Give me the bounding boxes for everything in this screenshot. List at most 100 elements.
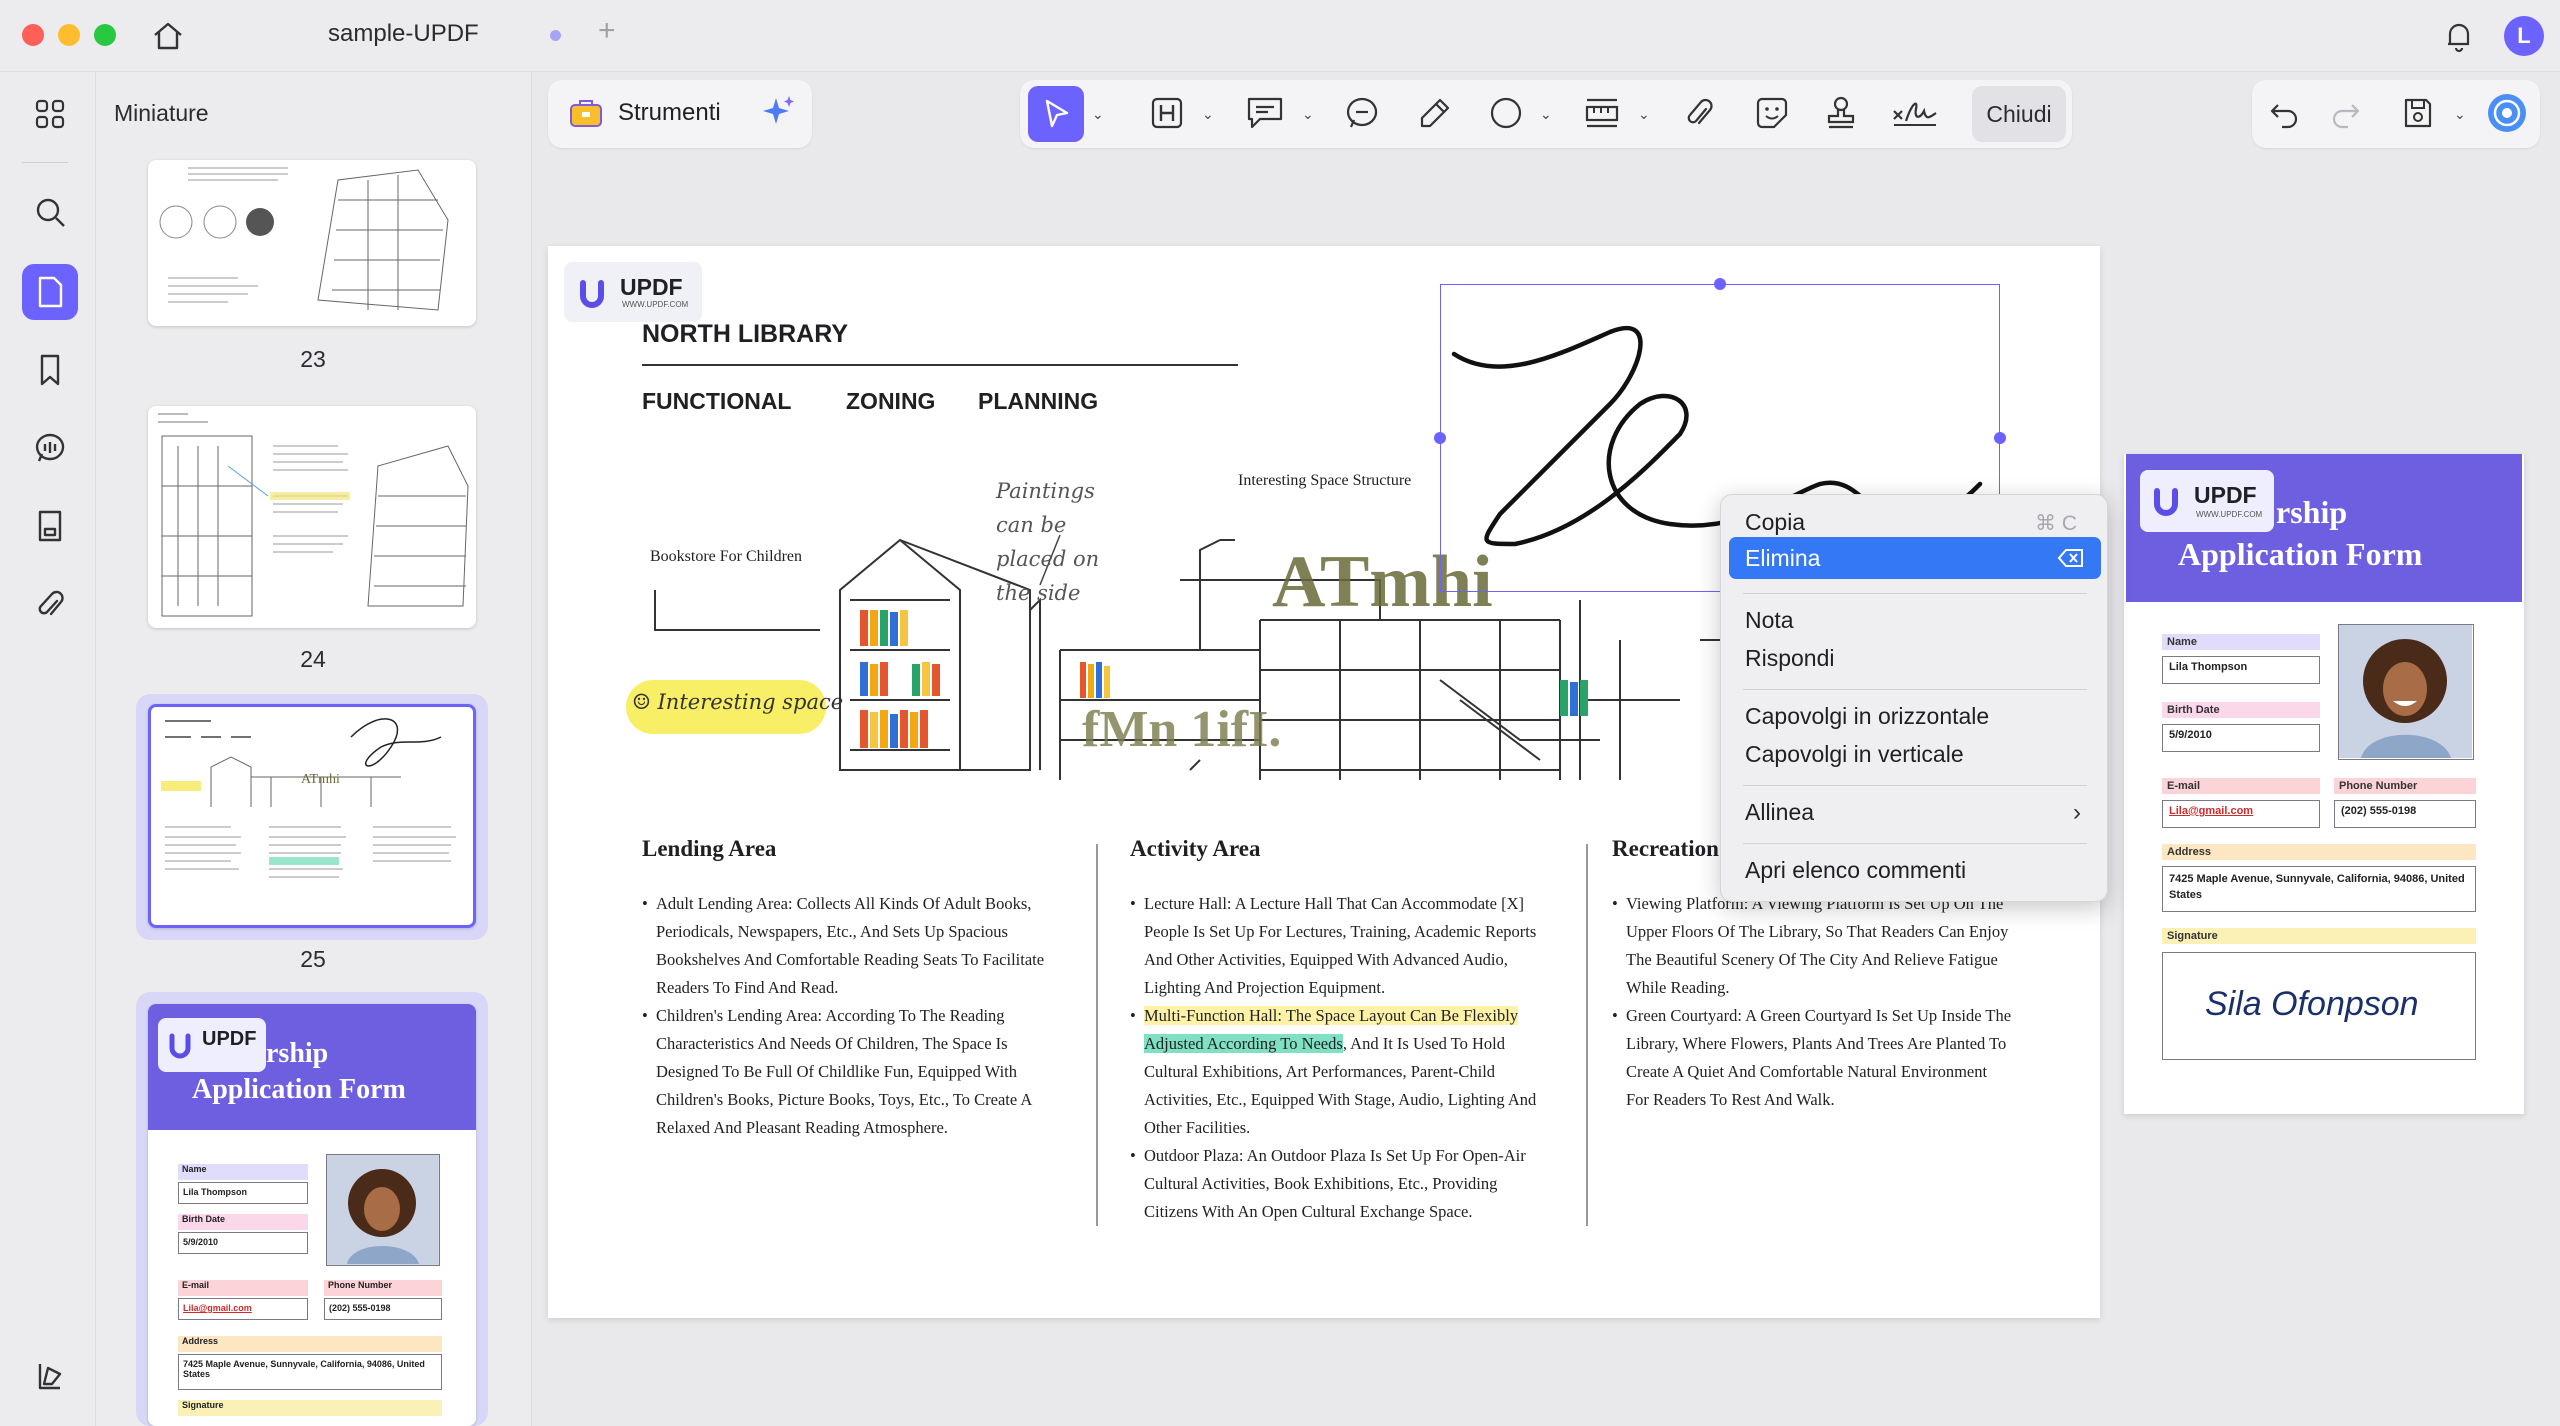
select-tool-dropdown[interactable]: ⌄: [1092, 106, 1104, 123]
updf-logo: UPDF WWW.UPDF.COM: [564, 262, 702, 322]
page-thumbnail-26[interactable]: UPDF rship Application Form Name Lila Th…: [148, 1004, 476, 1426]
menu-item-flip-vertical[interactable]: Capovolgi in verticale: [1745, 741, 1964, 768]
select-tool-button[interactable]: [1028, 86, 1084, 142]
signature-field[interactable]: Sila Ofonpson: [2162, 952, 2476, 1060]
menu-item-flip-horizontal[interactable]: Capovolgi in orizzontale: [1745, 703, 1989, 730]
redo-icon[interactable]: [2330, 90, 2362, 136]
form-updf-logo: UPDF WWW.UPDF.COM: [2140, 470, 2274, 532]
close-annotation-button[interactable]: Chiudi: [1972, 86, 2066, 142]
thumbnails-icon[interactable]: [22, 264, 78, 320]
new-tab-button[interactable]: +: [598, 14, 616, 48]
menu-item-reply[interactable]: Rispondi: [1745, 645, 1835, 672]
note-icon[interactable]: [1246, 90, 1284, 136]
email-field[interactable]: Lila@gmail.com: [2162, 800, 2320, 828]
phone-label: Phone Number: [2334, 778, 2476, 794]
page-thumbnail-24[interactable]: [148, 406, 476, 628]
close-window-button[interactable]: [22, 24, 44, 46]
tools-button[interactable]: Strumenti: [618, 99, 721, 127]
bell-icon[interactable]: [2442, 18, 2476, 59]
minimize-window-button[interactable]: [58, 24, 80, 46]
layers-icon[interactable]: [22, 1348, 78, 1404]
zoom-window-button[interactable]: [94, 24, 116, 46]
page-number-25: 25: [300, 946, 326, 972]
toolbox-icon[interactable]: [568, 96, 604, 135]
list-item: Adult Lending Area: Collects All Kinds O…: [642, 890, 1062, 1002]
attachment-icon[interactable]: [1684, 90, 1714, 136]
home-icon[interactable]: [150, 18, 186, 59]
list-item: Children's Lending Area: According To Th…: [642, 1002, 1062, 1142]
name-field[interactable]: Lila Thompson: [2162, 656, 2320, 684]
list-item: Green Courtyard: A Green Courtyard Is Se…: [1612, 1002, 2012, 1114]
search-icon[interactable]: [22, 184, 78, 240]
measure-icon[interactable]: [1584, 90, 1620, 136]
note-dropdown[interactable]: ⌄: [1302, 106, 1314, 123]
signature-icon[interactable]: [1890, 90, 1940, 136]
menu-item-open-comments[interactable]: Apri elenco commenti: [1745, 857, 1966, 884]
unsaved-indicator: [550, 30, 561, 41]
recreation-area-list: Viewing Platform: A Viewing Platform Is …: [1612, 890, 2012, 1114]
ai-assistant-icon[interactable]: [2486, 90, 2528, 136]
page-number-24: 24: [300, 646, 326, 672]
activity-area-list: Lecture Hall: A Lecture Hall That Can Ac…: [1130, 890, 1550, 1226]
menu-separator: [1743, 785, 2087, 786]
ai-sparkle-icon[interactable]: [758, 92, 798, 137]
lending-area-list: Adult Lending Area: Collects All Kinds O…: [642, 890, 1062, 1142]
email-label: E-mail: [2162, 778, 2320, 794]
interesting-space-annotation: ☺ Interesting space: [632, 690, 844, 714]
measure-dropdown[interactable]: ⌄: [1638, 106, 1650, 123]
column-divider: [1096, 844, 1098, 1226]
address-label: Address: [2162, 844, 2476, 860]
list-item: Outdoor Plaza: An Outdoor Plaza Is Set U…: [1130, 1142, 1550, 1226]
shape-dropdown[interactable]: ⌄: [1540, 106, 1552, 123]
section-heading-activity: Activity Area: [1130, 836, 1261, 861]
menu-item-delete[interactable]: Elimina: [1745, 545, 1820, 572]
scanned-text-fmn: fMn 1ifI.: [1082, 701, 1282, 758]
column-divider-2: [1586, 844, 1588, 1226]
text-highlight-icon[interactable]: [1150, 90, 1184, 136]
interesting-structure-label: Interesting Space Structure: [1238, 472, 1412, 489]
menu-item-note[interactable]: Nota: [1745, 607, 1794, 634]
birth-date-label: Birth Date: [2162, 702, 2320, 718]
list-item: Lecture Hall: A Lecture Hall That Can Ac…: [1130, 890, 1550, 1002]
document-tab[interactable]: sample-UPDF: [328, 20, 479, 48]
avatar[interactable]: L: [2504, 16, 2544, 56]
phone-field[interactable]: (202) 555-0198: [2334, 800, 2476, 828]
attachments-panel-icon[interactable]: [22, 498, 78, 554]
menu-separator: [1743, 593, 2087, 594]
comment-icon[interactable]: [1344, 90, 1380, 136]
section-heading-lending: Lending Area: [642, 836, 777, 861]
save-icon[interactable]: [2402, 90, 2434, 136]
birth-date-field[interactable]: 5/9/2010: [2162, 724, 2320, 752]
thumb-updf-logo: UPDF: [158, 1018, 266, 1072]
undo-icon[interactable]: [2268, 90, 2300, 136]
list-item-highlighted: Multi-Function Hall: The Space Layout Ca…: [1130, 1002, 1550, 1142]
stamp-icon[interactable]: [1824, 90, 1858, 136]
copy-shortcut: ⌘ C: [2035, 512, 2077, 535]
menu-separator: [1743, 843, 2087, 844]
page-number-23: 23: [300, 346, 326, 372]
highlight-dropdown[interactable]: ⌄: [1202, 106, 1214, 123]
form-title-1: rship: [2276, 494, 2348, 530]
form-title-2: Application Form: [2178, 536, 2423, 572]
comments-icon[interactable]: [22, 420, 78, 476]
page-thumbnail-23[interactable]: [148, 160, 476, 326]
paintings-annotation: Paintings can be placed on the side: [996, 479, 1100, 605]
form-banner: UPDF WWW.UPDF.COM rship Application Form: [2126, 454, 2522, 602]
save-dropdown[interactable]: ⌄: [2454, 106, 2466, 123]
chevron-right-icon: ›: [2073, 799, 2081, 826]
sticker-icon[interactable]: [1754, 90, 1790, 136]
apps-icon[interactable]: [22, 86, 78, 142]
name-label: Name: [2162, 634, 2320, 650]
subtitle-word-3: PLANNING: [978, 388, 1099, 414]
paperclip-icon[interactable]: [22, 576, 78, 632]
menu-item-copy[interactable]: Copia: [1745, 509, 1805, 536]
menu-separator: [1743, 689, 2087, 690]
menu-item-align[interactable]: Allinea: [1745, 799, 1814, 826]
page-thumbnail-25[interactable]: ATmhi: [148, 704, 476, 928]
address-field[interactable]: 7425 Maple Avenue, Sunnyvale, California…: [2162, 866, 2476, 912]
delete-key-icon: [2057, 547, 2085, 574]
signature-label: Signature: [2162, 928, 2476, 944]
pencil-icon[interactable]: [1418, 90, 1452, 136]
bookmark-icon[interactable]: [22, 342, 78, 398]
circle-shape-icon[interactable]: [1488, 90, 1524, 136]
